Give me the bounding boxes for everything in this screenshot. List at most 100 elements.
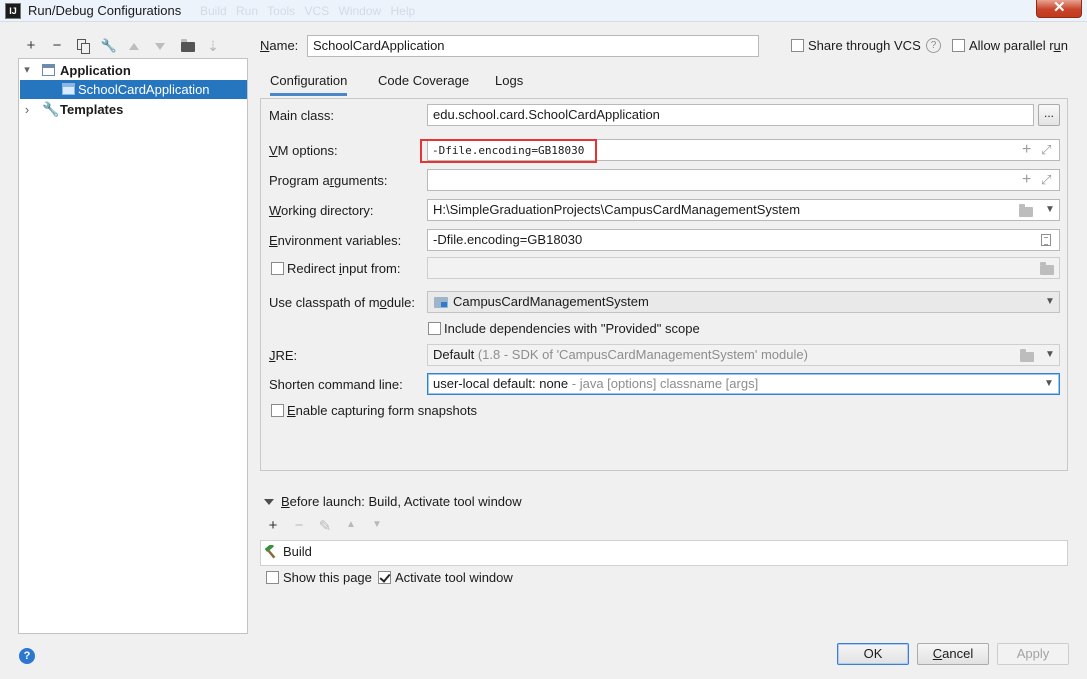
vm-options-value: -Dfile.encoding=GB18030	[432, 144, 585, 157]
remove-configuration-button[interactable]: −	[47, 36, 67, 56]
tree-node-label: Application	[60, 63, 131, 78]
redirect-input-field[interactable]	[427, 257, 1060, 279]
expand-icon[interactable]: ⤢	[1041, 170, 1051, 190]
classpath-module-label: Use classpath of module:	[269, 295, 415, 310]
task-label: Build	[283, 544, 312, 559]
folder-icon	[1040, 262, 1054, 275]
tree-node-label: Templates	[60, 102, 124, 117]
add-icon[interactable]: +	[1022, 170, 1031, 190]
jre-label: JRE:	[269, 348, 298, 363]
application-config-icon	[62, 83, 75, 95]
environment-variables-input[interactable]: -Dfile.encoding=GB18030	[427, 229, 1060, 251]
ok-button[interactable]: OK	[837, 643, 909, 665]
share-vcs-label: Share through VCS	[808, 38, 921, 53]
shorten-command-line-label: Shorten command line:	[269, 377, 403, 392]
folder-icon[interactable]	[1020, 349, 1034, 362]
capture-snapshots-checkbox[interactable]	[271, 404, 284, 417]
edit-task-button[interactable]: ✎	[316, 517, 334, 535]
add-configuration-button[interactable]: +	[21, 36, 41, 56]
remove-task-button[interactable]: −	[290, 517, 308, 534]
jre-detail: (1.8 - SDK of 'CampusCardManagementSyste…	[477, 347, 808, 362]
help-icon[interactable]: ?	[926, 38, 941, 53]
share-vcs-checkbox[interactable]	[791, 39, 804, 52]
jre-select[interactable]: Default (1.8 - SDK of 'CampusCardManagem…	[427, 344, 1060, 366]
tree-node-label: SchoolCardApplication	[78, 82, 210, 97]
tree-node-templates[interactable]: › 🔧 Templates	[20, 100, 247, 119]
background-menu-bar: Build Run Tools VCS Window Help	[200, 4, 416, 18]
tab-code-coverage[interactable]: Code Coverage	[378, 72, 469, 96]
classpath-module-select[interactable]: CampusCardManagementSystem ▼	[427, 291, 1060, 313]
intellij-app-icon: IJ	[5, 3, 21, 19]
folder-icon	[181, 39, 195, 52]
configuration-tree[interactable]: ▾ Application SchoolCardApplication › 🔧 …	[18, 58, 248, 634]
jre-value: Default	[433, 347, 475, 362]
list-item[interactable]: Build	[262, 542, 462, 564]
allow-parallel-run-checkbox[interactable]	[952, 39, 965, 52]
working-directory-input[interactable]: H:\SimpleGraduationProjects\CampusCardMa…	[427, 199, 1060, 221]
before-launch-list[interactable]: Build	[260, 540, 1068, 566]
environment-variables-label: Environment variables:	[269, 233, 402, 248]
name-label: Name:	[260, 38, 299, 53]
hammer-icon	[265, 545, 276, 559]
cancel-button[interactable]: Cancel	[917, 643, 989, 665]
copy-configuration-button[interactable]	[72, 36, 92, 56]
name-input[interactable]: SchoolCardApplication	[307, 35, 759, 57]
apply-button[interactable]: Apply	[997, 643, 1069, 665]
move-task-down-button[interactable]: ▼	[368, 519, 386, 530]
move-into-folder-button[interactable]	[181, 39, 195, 52]
chevron-down-icon[interactable]: ▼	[1045, 292, 1055, 312]
program-arguments-input[interactable]	[427, 169, 1060, 191]
move-up-icon[interactable]	[129, 43, 139, 50]
working-directory-label: Working directory:	[269, 203, 374, 218]
sort-configurations-button[interactable]: ⇣	[203, 36, 223, 56]
vm-options-label: VM options:	[269, 143, 338, 158]
shorten-command-line-hint: - java [options] classname [args]	[571, 376, 759, 391]
tree-node-application[interactable]: ▾ Application	[20, 61, 247, 80]
program-arguments-label: Program arguments:	[269, 173, 388, 188]
collapse-triangle-icon[interactable]	[264, 499, 274, 505]
classpath-module-value: CampusCardManagementSystem	[453, 294, 649, 309]
tab-configuration[interactable]: Configuration	[270, 72, 348, 96]
main-class-input[interactable]: edu.school.card.SchoolCardApplication	[427, 104, 1034, 126]
wrench-icon: 🔧	[100, 38, 118, 53]
chevron-down-icon[interactable]: ▼	[1045, 345, 1055, 365]
allow-parallel-run-label: Allow parallel run	[969, 38, 1069, 53]
expand-chevron-icon[interactable]: ▾	[22, 61, 32, 80]
capture-snapshots-label: Enable capturing form snapshots	[287, 403, 478, 418]
chevron-down-icon[interactable]: ▼	[1045, 200, 1055, 220]
wrench-icon: 🔧	[42, 101, 60, 117]
shorten-command-line-select[interactable]: user-local default: none - java [options…	[427, 373, 1060, 395]
folder-icon[interactable]	[1019, 204, 1033, 217]
include-provided-label: Include dependencies with "Provided" sco…	[444, 321, 700, 336]
move-down-icon[interactable]	[155, 43, 165, 50]
application-icon	[42, 64, 55, 76]
activate-tool-window-checkbox[interactable]	[378, 571, 391, 584]
edit-defaults-button[interactable]: 🔧	[99, 36, 119, 56]
add-task-button[interactable]: +	[264, 517, 282, 534]
copy-icon	[77, 39, 91, 54]
module-icon	[434, 297, 448, 308]
help-button[interactable]: ?	[19, 648, 35, 664]
collapse-chevron-icon[interactable]: ›	[22, 100, 32, 119]
redirect-input-checkbox[interactable]	[271, 262, 284, 275]
tree-node-school-card-application[interactable]: SchoolCardApplication	[20, 80, 247, 99]
show-this-page-label: Show this page	[283, 570, 372, 585]
close-window-button[interactable]: ✕	[1036, 0, 1082, 18]
include-provided-checkbox[interactable]	[428, 322, 441, 335]
activate-tool-window-label: Activate tool window	[395, 570, 513, 585]
show-this-page-checkbox[interactable]	[266, 571, 279, 584]
move-task-up-button[interactable]: ▲	[342, 519, 360, 530]
add-icon[interactable]: +	[1022, 140, 1031, 160]
before-launch-title: Before launch: Build, Activate tool wind…	[281, 494, 522, 509]
close-icon: ✕	[1053, 0, 1066, 16]
tab-logs[interactable]: Logs	[495, 72, 523, 96]
main-class-label: Main class:	[269, 108, 335, 123]
expand-icon[interactable]: ⤢	[1041, 140, 1051, 160]
shorten-command-line-value: user-local default: none	[433, 376, 569, 391]
redirect-input-label: Redirect input from:	[287, 261, 401, 276]
window-title: Run/Debug Configurations	[28, 3, 182, 18]
chevron-down-icon[interactable]: ▼	[1044, 374, 1054, 394]
document-icon[interactable]	[1041, 234, 1051, 246]
title-bar: IJ Run/Debug Configurations Build Run To…	[0, 0, 1087, 22]
browse-main-class-button[interactable]: ...	[1038, 104, 1060, 126]
